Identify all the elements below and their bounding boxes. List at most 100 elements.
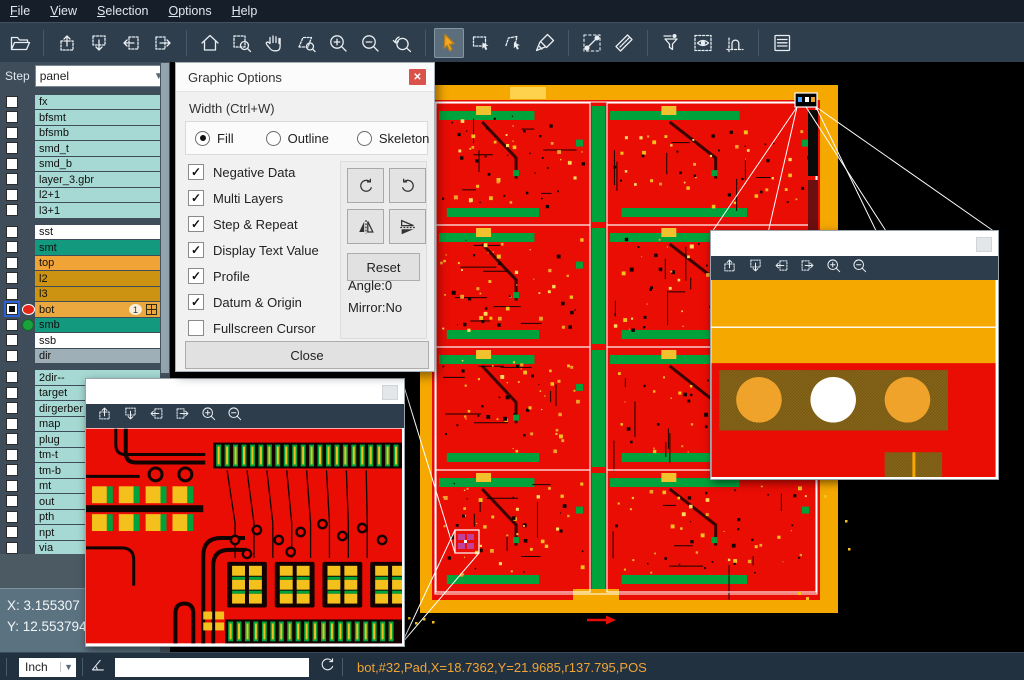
layer-row-top[interactable]: top <box>0 255 160 271</box>
dialog-titlebar[interactable]: Graphic Options ✕ <box>176 63 434 92</box>
layer-visibility-checkbox[interactable] <box>6 350 18 362</box>
pan-down-button[interactable] <box>84 28 114 58</box>
scrollbar-thumb[interactable] <box>161 63 169 373</box>
zoom-window-button[interactable] <box>227 28 257 58</box>
layer-visibility-checkbox[interactable] <box>6 189 18 201</box>
layer-name[interactable]: ssb <box>35 333 160 348</box>
layer-visibility-checkbox[interactable] <box>6 334 18 346</box>
pan-down-button[interactable] <box>122 405 139 427</box>
layer-visibility-checkbox[interactable] <box>6 204 18 216</box>
popup-titlebar-button[interactable] <box>976 237 992 252</box>
checkbox-profile[interactable]: ✓Profile <box>188 263 319 289</box>
layer-visibility-checkbox[interactable] <box>6 96 18 108</box>
layer-visibility-checkbox[interactable] <box>6 272 18 284</box>
zoom-out-button[interactable] <box>851 257 868 279</box>
layer-row-smd-t[interactable]: smd_t <box>0 141 160 157</box>
layer-row-l3[interactable]: l3 <box>0 286 160 302</box>
menu-selection[interactable]: Selection <box>97 4 148 18</box>
refresh-icon[interactable] <box>319 656 336 678</box>
layer-name[interactable]: l2 <box>35 271 160 286</box>
checkbox-datum-origin[interactable]: ✓Datum & Origin <box>188 289 319 315</box>
checkbox-multi-layers[interactable]: ✓Multi Layers <box>188 185 319 211</box>
layer-name[interactable]: smb <box>35 318 160 333</box>
layer-visibility-checkbox[interactable] <box>6 142 18 154</box>
layer-row-dir[interactable]: dir <box>0 348 160 364</box>
pan-down-button[interactable] <box>747 257 764 279</box>
open-file-button[interactable] <box>5 28 35 58</box>
layer-row-l2-1[interactable]: l2+1 <box>0 187 160 203</box>
layer-visibility-checkbox[interactable] <box>6 480 18 492</box>
zoom-out-button[interactable] <box>226 405 243 427</box>
mirror-horizontal-button[interactable] <box>389 209 426 244</box>
layer-visibility-checkbox[interactable] <box>6 526 18 538</box>
layer-row-l3-1[interactable]: l3+1 <box>0 203 160 219</box>
layer-visibility-checkbox[interactable] <box>6 495 18 507</box>
close-button[interactable]: Close <box>185 341 429 369</box>
zoom-out-button[interactable] <box>355 28 385 58</box>
command-input[interactable] <box>115 658 309 677</box>
layer-row-sst[interactable]: sst <box>0 224 160 240</box>
menu-view[interactable]: View <box>50 4 77 18</box>
radio-fill[interactable]: Fill <box>195 131 234 146</box>
layer-visibility-checkbox[interactable] <box>6 371 18 383</box>
layer-visibility-checkbox[interactable] <box>6 127 18 139</box>
layer-visibility-checkbox[interactable] <box>6 449 18 461</box>
layer-row-smd-b[interactable]: smd_b <box>0 156 160 172</box>
pan-left-button[interactable] <box>148 405 165 427</box>
layer-visibility-checkbox[interactable] <box>6 542 18 554</box>
layer-row-bot[interactable]: bot1 <box>0 302 160 318</box>
layer-name[interactable]: l2+1 <box>35 188 160 203</box>
pan-up-button[interactable] <box>52 28 82 58</box>
layer-name[interactable]: dir <box>35 349 160 364</box>
measure-distance-button[interactable] <box>577 28 607 58</box>
radio-skeleton[interactable]: Skeleton <box>357 131 430 146</box>
layer-name[interactable]: top <box>35 256 160 271</box>
filter-button[interactable] <box>656 28 686 58</box>
checkbox-negative-data[interactable]: ✓Negative Data <box>188 159 319 185</box>
pan-right-button[interactable] <box>799 257 816 279</box>
view-options-button[interactable] <box>688 28 718 58</box>
pan-right-button[interactable] <box>148 28 178 58</box>
layer-row-smt[interactable]: smt <box>0 240 160 256</box>
layer-name[interactable]: bfsmt <box>35 110 160 125</box>
layer-row-l2[interactable]: l2 <box>0 271 160 287</box>
layer-visibility-checkbox[interactable] <box>6 319 18 331</box>
checkbox-fullscreen-cursor[interactable]: Fullscreen Cursor <box>188 315 319 341</box>
pan-left-button[interactable] <box>773 257 790 279</box>
clean-brush-button[interactable] <box>530 28 560 58</box>
snap-button[interactable] <box>720 28 750 58</box>
layer-visibility-checkbox[interactable] <box>6 288 18 300</box>
layer-name[interactable]: fx <box>35 95 160 110</box>
layer-visibility-checkbox[interactable] <box>6 418 18 430</box>
layer-row-layer-3-gbr[interactable]: layer_3.gbr <box>0 172 160 188</box>
select-polygon-button[interactable] <box>498 28 528 58</box>
pan-hand-button[interactable] <box>259 28 289 58</box>
layer-visibility-checkbox[interactable] <box>6 226 18 238</box>
zoom-home-button[interactable] <box>195 28 225 58</box>
magnifier-window-bottom-left[interactable] <box>85 378 405 647</box>
checkbox-display-text-value[interactable]: ✓Display Text Value <box>188 237 319 263</box>
layer-name[interactable]: l3 <box>35 287 160 302</box>
layers-panel-button[interactable] <box>767 28 797 58</box>
pan-left-button[interactable] <box>116 28 146 58</box>
checkbox-step-repeat[interactable]: ✓Step & Repeat <box>188 211 319 237</box>
layer-visibility-checkbox[interactable] <box>6 402 18 414</box>
select-rectangle-button[interactable] <box>466 28 496 58</box>
zoom-polygon-button[interactable] <box>291 28 321 58</box>
layer-visibility-checkbox[interactable] <box>6 303 18 315</box>
layer-visibility-checkbox[interactable] <box>6 241 18 253</box>
layer-name[interactable]: sst <box>35 225 160 240</box>
layer-row-bfsmb[interactable]: bfsmb <box>0 125 160 141</box>
magnifier-titlebar[interactable] <box>86 379 404 404</box>
radio-outline[interactable]: Outline <box>266 131 329 146</box>
pan-up-button[interactable] <box>721 257 738 279</box>
dialog-close-button[interactable]: ✕ <box>409 69 426 85</box>
zoom-in-button[interactable] <box>200 405 217 427</box>
layer-row-ssb[interactable]: ssb <box>0 333 160 349</box>
layer-visibility-checkbox[interactable] <box>6 511 18 523</box>
layer-name[interactable]: bot1 <box>35 302 160 317</box>
layer-row-bfsmt[interactable]: bfsmt <box>0 110 160 126</box>
layer-visibility-checkbox[interactable] <box>6 173 18 185</box>
rotate-ccw-button[interactable] <box>389 168 426 203</box>
layer-name[interactable]: layer_3.gbr <box>35 172 160 187</box>
